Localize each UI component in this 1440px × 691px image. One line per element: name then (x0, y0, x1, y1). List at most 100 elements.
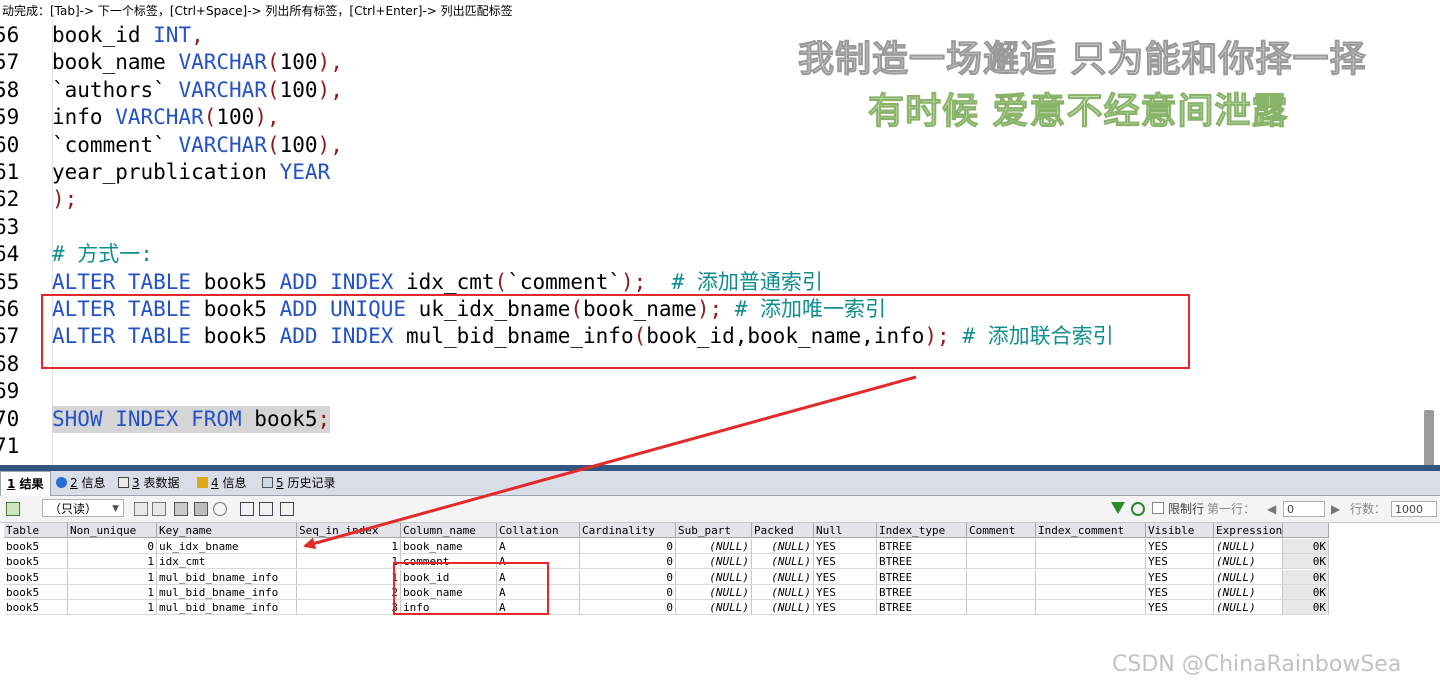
grid-cell[interactable]: (NULL) (676, 569, 752, 585)
grid-cell[interactable]: (NULL) (752, 584, 814, 600)
grid-cell[interactable]: YES (814, 539, 877, 554)
grid-cell[interactable]: 0 (580, 600, 676, 616)
tab-info[interactable]: 2 信息 (50, 471, 111, 495)
grid-cell[interactable]: BTREE (877, 539, 967, 554)
grid-cell[interactable]: mul_bid_bname_info (157, 600, 297, 616)
column-header[interactable]: Key_name (157, 523, 297, 538)
grid-cell[interactable]: BTREE (877, 584, 967, 600)
form-view-icon[interactable] (259, 502, 273, 516)
readonly-select[interactable]: （只读） ▼ (42, 499, 124, 517)
grid-cell[interactable]: (NULL) (1214, 569, 1283, 585)
grid-cell[interactable]: 0K (1283, 584, 1329, 600)
grid-cell[interactable]: YES (1146, 584, 1214, 600)
grid-cell[interactable]: YES (1146, 600, 1214, 616)
column-header[interactable]: Cardinality (580, 523, 676, 538)
grid-cell[interactable]: (NULL) (1214, 600, 1283, 616)
refresh-icon[interactable] (213, 502, 227, 516)
limit-rows-checkbox[interactable] (1152, 502, 1164, 514)
column-header[interactable]: Packed (752, 523, 814, 538)
grid-cell[interactable]: 1 (297, 569, 401, 585)
tab-result[interactable]: 1 结果 (0, 471, 51, 496)
grid-cell[interactable] (967, 600, 1036, 616)
grid-cell[interactable]: YES (814, 600, 877, 616)
clear-filter-icon[interactable] (1131, 502, 1145, 516)
grid-cell[interactable]: uk_idx_bname (157, 539, 297, 554)
grid-cell[interactable]: 0K (1283, 554, 1329, 570)
grid-cell[interactable] (1036, 554, 1146, 570)
grid-cell[interactable]: A (497, 539, 580, 554)
grid-cell[interactable]: YES (814, 584, 877, 600)
grid-cell[interactable]: book5 (4, 569, 68, 585)
grid-cell[interactable]: (NULL) (1214, 584, 1283, 600)
column-header[interactable]: Visible (1146, 523, 1214, 538)
grid-cell[interactable]: 0K (1283, 600, 1329, 616)
grid-cell[interactable]: (NULL) (752, 554, 814, 570)
text-view-icon[interactable] (280, 502, 294, 516)
grid-cell[interactable]: 1 (68, 569, 157, 585)
grid-cell[interactable]: 0K (1283, 569, 1329, 585)
export-icon[interactable] (6, 502, 20, 516)
grid-cell[interactable]: idx_cmt (157, 554, 297, 570)
grid-cell[interactable]: mul_bid_bname_info (157, 569, 297, 585)
grid-cell[interactable]: 0 (580, 554, 676, 570)
column-header[interactable]: Null (814, 523, 877, 538)
tab-table-data[interactable]: 3 表数据 (112, 471, 185, 495)
grid-cell[interactable]: 3 (297, 600, 401, 616)
column-header[interactable]: Index_comment (1036, 523, 1146, 538)
first-row-input[interactable]: 0 (1283, 501, 1325, 517)
grid-cell[interactable]: (NULL) (1214, 554, 1283, 570)
grid-cell[interactable]: 0 (580, 584, 676, 600)
grid-cell[interactable]: 2 (297, 584, 401, 600)
column-header[interactable]: Sub_part (676, 523, 752, 538)
grid-cell[interactable]: mul_bid_bname_info (157, 584, 297, 600)
column-header[interactable]: Table (4, 523, 68, 538)
grid-cell[interactable]: (NULL) (676, 539, 752, 554)
grid-cell[interactable]: (NULL) (752, 569, 814, 585)
grid-cell[interactable]: 1 (68, 584, 157, 600)
grid-cell[interactable]: YES (1146, 554, 1214, 570)
column-header[interactable] (1283, 523, 1329, 538)
grid-cell[interactable]: YES (1146, 569, 1214, 585)
duplicate-row-icon[interactable] (152, 502, 166, 516)
grid-cell[interactable]: book5 (4, 554, 68, 570)
grid-cell[interactable]: (NULL) (752, 539, 814, 554)
grid-cell[interactable] (967, 554, 1036, 570)
grid-cell[interactable]: book5 (4, 539, 68, 554)
save-icon[interactable] (174, 502, 188, 516)
grid-cell[interactable]: BTREE (877, 569, 967, 585)
grid-cell[interactable] (1036, 584, 1146, 600)
copy-row-icon[interactable] (134, 502, 148, 516)
grid-cell[interactable]: 1 (68, 554, 157, 570)
grid-cell[interactable]: BTREE (877, 554, 967, 570)
grid-cell[interactable]: 1 (68, 600, 157, 616)
grid-cell[interactable]: (NULL) (752, 600, 814, 616)
sql-editor[interactable]: 56 book_id INT, 57 book_name VARCHAR(100), 5… (0, 20, 1440, 465)
grid-cell[interactable]: 0K (1283, 539, 1329, 554)
grid-cell[interactable]: (NULL) (676, 584, 752, 600)
grid-cell[interactable]: 1 (297, 554, 401, 570)
next-page-icon[interactable]: ▶ (1331, 496, 1340, 522)
grid-cell[interactable] (1036, 569, 1146, 585)
column-header[interactable]: Column_name (401, 523, 497, 538)
grid-cell[interactable] (967, 569, 1036, 585)
column-header[interactable]: Collation (497, 523, 580, 538)
grid-cell[interactable]: book5 (4, 600, 68, 616)
tab-history[interactable]: 5 历史记录 (256, 471, 341, 495)
grid-cell[interactable]: (NULL) (676, 600, 752, 616)
filter-icon[interactable] (1111, 502, 1125, 514)
column-header[interactable]: Comment (967, 523, 1036, 538)
grid-cell[interactable]: 0 (580, 539, 676, 554)
grid-cell[interactable]: book_name (401, 539, 497, 554)
row-count-input[interactable]: 1000 (1391, 501, 1437, 517)
column-header[interactable]: Index_type (877, 523, 967, 538)
grid-cell[interactable]: 1 (297, 539, 401, 554)
grid-cell[interactable]: 0 (68, 539, 157, 554)
grid-cell[interactable]: (NULL) (676, 554, 752, 570)
grid-cell[interactable]: YES (814, 554, 877, 570)
tab-info-2[interactable]: 4 信息 (191, 471, 252, 495)
column-header[interactable]: Expression (1214, 523, 1283, 538)
grid-cell[interactable] (1036, 539, 1146, 554)
grid-cell[interactable] (967, 539, 1036, 554)
column-header[interactable]: Non_unique (68, 523, 157, 538)
grid-cell[interactable]: (NULL) (1214, 539, 1283, 554)
